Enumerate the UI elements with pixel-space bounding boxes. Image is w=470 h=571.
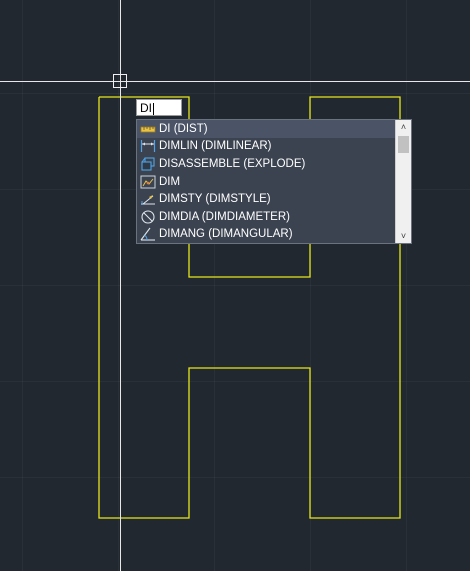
pickbox-cursor <box>113 74 127 88</box>
command-input-text: DI <box>140 101 152 115</box>
crosshair-horizontal <box>0 81 470 82</box>
autocomplete-item-label: DIMSTY (DIMSTYLE) <box>159 193 271 206</box>
linear-dimension-icon <box>140 140 156 153</box>
autocomplete-item-dist[interactable]: DI (DIST) <box>137 120 395 138</box>
diameter-dimension-icon <box>141 210 155 224</box>
dynamic-command-input[interactable]: DI <box>136 99 182 116</box>
scroll-up-arrow-icon[interactable]: ˄ <box>396 120 411 134</box>
autocomplete-list[interactable]: DI (DIST) DIMLIN (DIMLINEAR) DISASSEMBLE… <box>136 119 412 244</box>
autocomplete-item-label: DIMLIN (DIMLINEAR) <box>159 140 272 153</box>
autocomplete-scrollbar[interactable]: ˄ ˅ <box>395 120 411 243</box>
autocomplete-item-dimlinear[interactable]: DIMLIN (DIMLINEAR) <box>137 138 395 156</box>
drawing-canvas[interactable] <box>0 0 470 571</box>
dimension-icon <box>140 175 156 189</box>
autocomplete-item-dimangular[interactable]: DIMANG (DIMANGULAR) <box>137 226 395 244</box>
text-caret <box>153 102 154 115</box>
autocomplete-item-label: DI (DIST) <box>159 122 208 135</box>
autocomplete-item-dimstyle[interactable]: DIMSTY (DIMSTYLE) <box>137 190 395 208</box>
autocomplete-item-dimdiameter[interactable]: DIMDIA (DIMDIAMETER) <box>137 208 395 226</box>
autocomplete-item-label: DIMANG (DIMANGULAR) <box>159 228 293 241</box>
autocomplete-item-label: DIM <box>159 175 181 188</box>
angular-dimension-icon <box>140 228 155 241</box>
dimension-style-icon <box>141 195 155 206</box>
scrollbar-thumb[interactable] <box>398 136 409 153</box>
autocomplete-item-label: DISASSEMBLE (EXPLODE) <box>159 157 306 170</box>
measure-distance-icon <box>140 126 156 133</box>
autocomplete-item-dim[interactable]: DIM <box>137 173 395 191</box>
autocomplete-item-label: DIMDIA (DIMDIAMETER) <box>159 210 290 223</box>
explode-icon <box>141 157 155 171</box>
autocomplete-items: DI (DIST) DIMLIN (DIMLINEAR) DISASSEMBLE… <box>137 120 395 243</box>
h-shape-polyline[interactable] <box>0 0 470 571</box>
scroll-down-arrow-icon[interactable]: ˅ <box>396 229 411 243</box>
autocomplete-item-explode[interactable]: DISASSEMBLE (EXPLODE) <box>137 155 395 173</box>
